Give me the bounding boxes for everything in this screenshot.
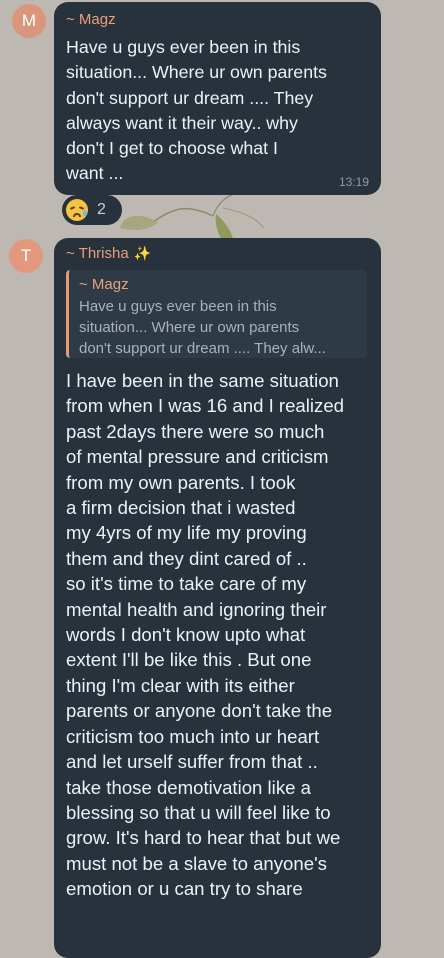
message-text: Have u guys ever been in this situation.… xyxy=(66,35,367,187)
message-line: extent I'll be like this . But one xyxy=(66,649,312,671)
quote-sender: ~ Magz xyxy=(79,276,129,293)
sparkles-icon: ✨ xyxy=(133,244,152,261)
avatar[interactable]: T xyxy=(9,239,43,273)
message-line: past 2days there were so much xyxy=(66,420,325,442)
sender-name[interactable]: ~ Thrisha xyxy=(66,245,129,262)
message-line: situation... Where ur own parents xyxy=(66,62,327,83)
message-line: want ... xyxy=(66,163,124,184)
message-line: grow. It's hard to hear that but we xyxy=(66,827,341,849)
message-line: from my own parents. I took xyxy=(66,471,296,493)
message-line: parents or anyone don't take the xyxy=(66,700,333,722)
avatar-letter: M xyxy=(21,11,37,30)
reaction-chip[interactable]: 2 xyxy=(62,195,122,225)
message-text: I have been in the same situation from w… xyxy=(66,368,367,902)
message-bubble[interactable]: ~ Magz Have u guys ever been in this sit… xyxy=(54,2,381,195)
message-line: take those demotivation like a xyxy=(66,776,311,798)
message-bubble[interactable]: ~ Thrisha ✨ ~ Magz Have u guys ever been… xyxy=(54,238,381,958)
message-line: don't support ur dream .... They xyxy=(66,87,314,108)
message-line: words I don't know upto what xyxy=(66,624,306,646)
message-line: thing I'm clear with its either xyxy=(66,674,295,696)
message-line: emotion or u can try to share xyxy=(66,878,303,900)
avatar[interactable]: M xyxy=(12,4,46,38)
message-line: and let urself suffer from that .. xyxy=(66,751,318,773)
sad-tear-face-icon xyxy=(66,199,88,221)
message-line: criticism too much into ur heart xyxy=(66,725,320,747)
message-line: from when I was 16 and I realized xyxy=(66,395,345,417)
sender-row: ~ Thrisha ✨ xyxy=(66,244,367,262)
quote-line: situation... Where ur own parents xyxy=(79,319,300,336)
message-line: them and they dint cared of .. xyxy=(66,547,307,569)
message-line: always want it their way.. why xyxy=(66,112,298,133)
message-line: so it's time to take care of my xyxy=(66,573,307,595)
sender-row: ~ Magz xyxy=(66,10,367,28)
message-line: Have u guys ever been in this xyxy=(66,37,301,57)
message-timestamp: 13:19 xyxy=(338,175,369,189)
reaction-count: 2 xyxy=(97,201,106,218)
message-line: I have been in the same situation xyxy=(66,370,339,391)
reply-quote[interactable]: ~ Magz Have u guys ever been in this sit… xyxy=(66,270,367,358)
message-line: my 4yrs of my life my proving xyxy=(66,522,307,544)
message-line: don't I get to choose what I xyxy=(66,138,278,159)
avatar-letter: T xyxy=(20,246,32,265)
quote-line: Have u guys ever been in this xyxy=(79,298,277,315)
message-line: blessing so that u will feel like to xyxy=(66,801,331,823)
quote-text: Have u guys ever been in this situation.… xyxy=(79,296,367,359)
message-line: must not be a slave to anyone's xyxy=(66,852,327,874)
message-line: of mental pressure and criticism xyxy=(66,446,329,468)
message-line: mental health and ignoring their xyxy=(66,598,327,620)
sender-name[interactable]: ~ Magz xyxy=(66,11,116,28)
message-line: a firm decision that i wasted xyxy=(66,497,296,519)
quote-line: don't support ur dream .... They alw... xyxy=(79,340,326,357)
